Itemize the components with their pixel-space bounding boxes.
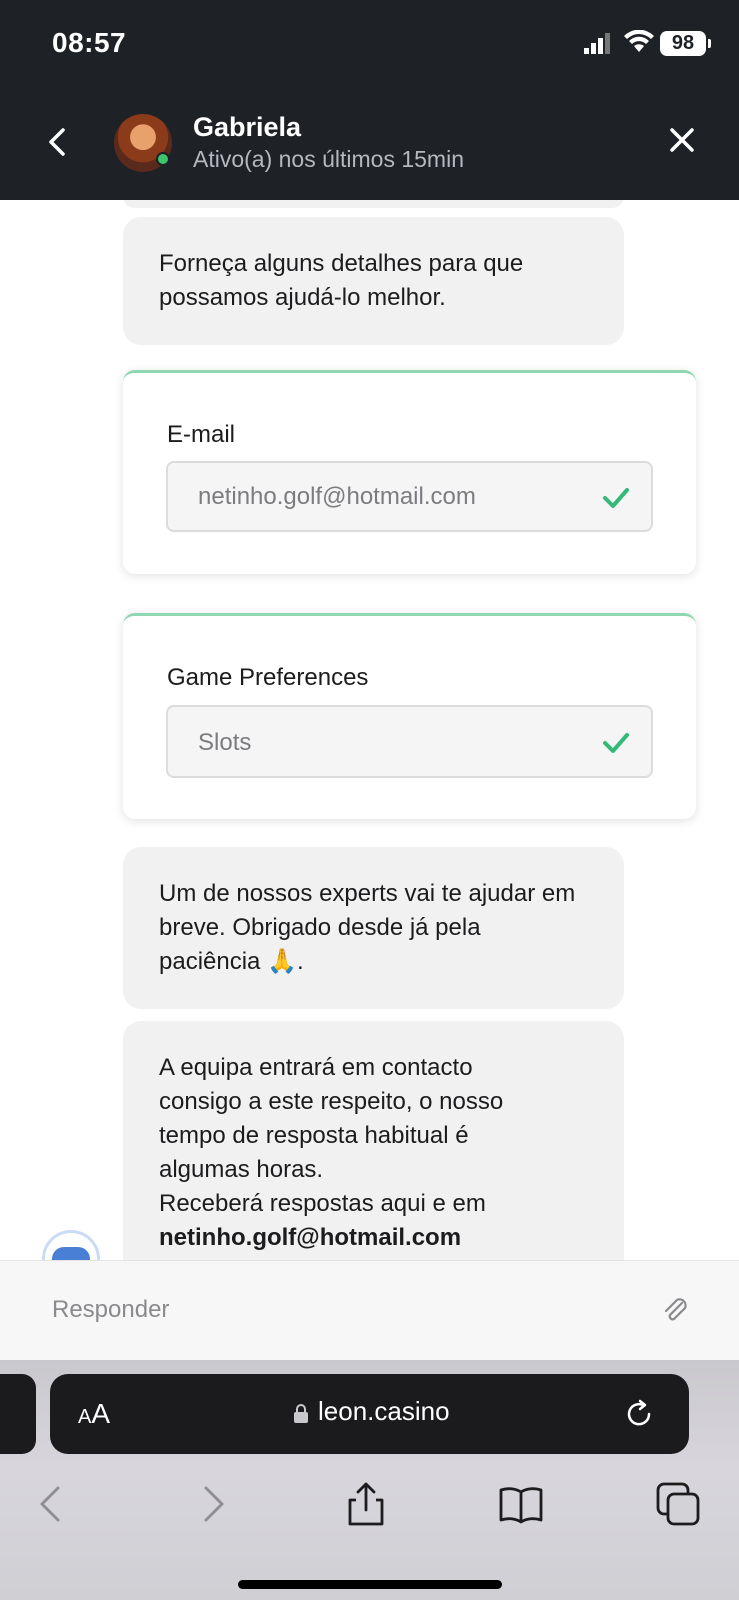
message-bubble: Um de nossos experts vai te ajudar em br… <box>123 847 624 1009</box>
online-status-icon <box>156 152 170 166</box>
url-text: leon.casino <box>318 1396 450 1426</box>
reply-input[interactable]: Responder <box>52 1296 169 1324</box>
bookmarks-icon[interactable] <box>497 1480 545 1528</box>
reader-text-size-button[interactable]: AA <box>78 1398 110 1430</box>
paperclip-icon[interactable] <box>660 1295 692 1327</box>
agent-name: Gabriela <box>193 112 302 142</box>
previous-tab-preview[interactable] <box>0 1374 36 1454</box>
agent-status: Ativo(a) nos últimos 15min <box>193 146 464 172</box>
message-line: tempo de resposta habitual é <box>159 1122 469 1149</box>
address-bar[interactable]: AA leon.casino <box>50 1374 689 1454</box>
bot-icon <box>52 1247 90 1260</box>
reply-bar: Responder <box>0 1260 739 1360</box>
email-form-card: E-mail netinho.golf@hotmail.com <box>123 370 696 574</box>
chat-messages[interactable]: Forneça alguns detalhes para que possamo… <box>0 200 739 1260</box>
reload-icon[interactable] <box>623 1398 655 1430</box>
check-icon <box>603 488 629 508</box>
browser-toolbar: AA leon.casino <box>0 1360 739 1600</box>
cellular-signal-icon <box>584 33 610 54</box>
back-button[interactable] <box>38 122 78 162</box>
game-preferences-field[interactable]: Slots <box>166 705 653 778</box>
message-text: Um de nossos experts vai te ajudar em br… <box>159 880 576 975</box>
message-line: A equipa entrará em contacto <box>159 1054 473 1081</box>
check-icon <box>603 733 629 753</box>
bot-avatar <box>42 1230 100 1260</box>
email-value: netinho.golf@hotmail.com <box>198 483 476 510</box>
back-arrow-icon[interactable] <box>28 1480 76 1528</box>
message-email: netinho.golf@hotmail.com <box>159 1224 462 1251</box>
email-field[interactable]: netinho.golf@hotmail.com <box>166 461 653 532</box>
game-preferences-value: Slots <box>198 729 252 756</box>
message-line: consigo a este respeito, o nosso <box>159 1088 504 1115</box>
tabs-icon[interactable] <box>654 1480 702 1528</box>
forward-arrow-icon[interactable] <box>188 1480 236 1528</box>
lock-icon <box>294 1404 308 1423</box>
chat-header: Gabriela Ativo(a) nos últimos 15min <box>0 88 739 200</box>
status-bar: 08:57 98 <box>0 0 739 88</box>
message-bubble: Forneça alguns detalhes para que possamo… <box>123 217 624 345</box>
email-label: E-mail <box>167 421 236 448</box>
message-line: Receberá respostas aqui e em <box>159 1190 486 1217</box>
wifi-icon <box>624 30 654 52</box>
game-preferences-form-card: Game Preferences Slots <box>123 613 696 819</box>
close-icon[interactable] <box>664 122 700 158</box>
home-indicator <box>238 1580 502 1589</box>
status-time: 08:57 <box>52 27 127 58</box>
message-text: Forneça alguns detalhes para que possamo… <box>159 250 524 311</box>
message-bubble-partial <box>123 200 624 208</box>
battery-indicator: 98 <box>660 31 711 56</box>
message-line: algumas horas. <box>159 1156 324 1183</box>
message-bubble: A equipa entrará em contacto consigo a e… <box>123 1021 624 1260</box>
share-icon[interactable] <box>342 1480 390 1528</box>
game-preferences-label: Game Preferences <box>167 664 369 691</box>
browser-nav-row <box>0 1480 739 1540</box>
